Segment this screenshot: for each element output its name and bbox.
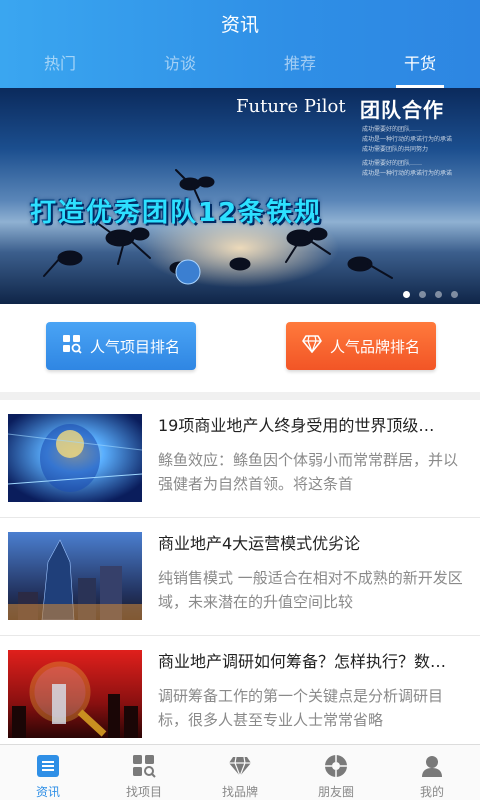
carousel-dot[interactable]	[451, 291, 458, 298]
nav-news[interactable]: 资讯	[0, 745, 96, 800]
news-icon	[37, 755, 59, 777]
article-summary: 调研筹备工作的第一个关键点是分析调研目标，很多人甚至专业人士常常省略	[158, 687, 444, 729]
list-item[interactable]: 19项商业地产人终身受用的世界顶级… 鲦鱼效应：鲦鱼因个体弱小而常常群居，并以强…	[0, 400, 480, 518]
list-item[interactable]: 商业地产4大运营模式优劣论 纯销售模式 一般适合在相对不成熟的新开发区域，未来潜…	[0, 518, 480, 636]
brand-ranking-button[interactable]: 人气品牌排名	[286, 322, 436, 370]
user-icon	[422, 756, 442, 777]
nav-find-brand[interactable]: 找品牌	[192, 745, 288, 800]
nav-friends-circle[interactable]: 朋友圈	[288, 745, 384, 800]
tab-interview[interactable]: 访谈	[120, 52, 240, 88]
banner-headline: 打造优秀团队12条铁规	[30, 198, 323, 228]
carousel-indicator	[403, 291, 458, 298]
diamond-icon	[302, 335, 322, 357]
article-summary: 鲦鱼效应：鲦鱼因个体弱小而常常群居，并以强健者为自然首领。将这条首	[158, 451, 459, 493]
banner-chinese-title: 团队合作	[360, 98, 444, 122]
banner-small-line: 成功需要团队的共同努力	[362, 146, 429, 153]
project-ranking-button[interactable]: 人气项目排名	[46, 322, 196, 370]
nav-find-brand-label: 找品牌	[221, 785, 258, 799]
diamond-icon	[229, 756, 251, 778]
article-thumbnail	[8, 650, 142, 738]
nav-profile[interactable]: 我的	[384, 745, 480, 800]
carousel-dot[interactable]	[435, 291, 442, 298]
article-title: 商业地产4大运营模式优劣论	[158, 534, 361, 553]
article-title: 19项商业地产人终身受用的世界顶级…	[158, 416, 435, 435]
carousel-dot[interactable]	[419, 291, 426, 298]
section-divider	[0, 392, 480, 400]
project-ranking-label: 人气项目排名	[89, 337, 180, 356]
article-thumbnail	[8, 414, 142, 502]
aperture-icon	[325, 755, 347, 777]
top-header: 资讯 热门 访谈 推荐 干货	[0, 0, 480, 88]
article-summary: 纯销售模式 一般适合在相对不成熟的新开发区域，未来潜在的升值空间比较	[158, 569, 463, 611]
list-item[interactable]: 商业地产调研如何筹备？怎样执行？数… 调研筹备工作的第一个关键点是分析调研目标，…	[0, 636, 480, 754]
nav-profile-label: 我的	[419, 785, 444, 799]
article-title: 商业地产调研如何筹备？怎样执行？数…	[158, 652, 447, 671]
tab-hot[interactable]: 热门	[0, 52, 120, 88]
quick-actions: 人气项目排名 人气品牌排名	[0, 304, 480, 392]
nav-news-label: 资讯	[35, 785, 60, 799]
banner-small-line: 成功需要好的团队……	[362, 160, 423, 167]
banner-english-title: Future Pilot	[236, 96, 346, 117]
grid-search-icon	[62, 334, 82, 358]
carousel-dot[interactable]	[403, 291, 410, 298]
banner-small-line: 成功需要好的团队……	[362, 126, 423, 133]
banner-carousel[interactable]: Future Pilot 团队合作 成功需要好的团队…… 成功是一种行动的承诺行…	[0, 88, 480, 304]
bottom-navigation: 资讯 找项目 找品牌 朋友圈 我的	[0, 744, 480, 800]
nav-find-project-label: 找项目	[125, 785, 162, 799]
nav-friends-circle-label: 朋友圈	[317, 785, 354, 799]
nav-find-project[interactable]: 找项目	[96, 745, 192, 800]
tab-recommend[interactable]: 推荐	[240, 52, 360, 88]
find-project-icon	[133, 755, 156, 778]
article-list: 19项商业地产人终身受用的世界顶级… 鲦鱼效应：鲦鱼因个体弱小而常常群居，并以强…	[0, 400, 480, 754]
category-tabs: 热门 访谈 推荐 干货	[0, 52, 480, 88]
tab-dry-goods[interactable]: 干货	[360, 52, 480, 88]
article-thumbnail	[8, 532, 142, 620]
banner-small-line: 成功是一种行动的承诺行为的承诺	[362, 136, 453, 143]
page-title: 资讯	[220, 14, 259, 36]
brand-ranking-label: 人气品牌排名	[329, 337, 420, 356]
banner-small-line: 成功是一种行动的承诺行为的承诺	[362, 170, 453, 177]
